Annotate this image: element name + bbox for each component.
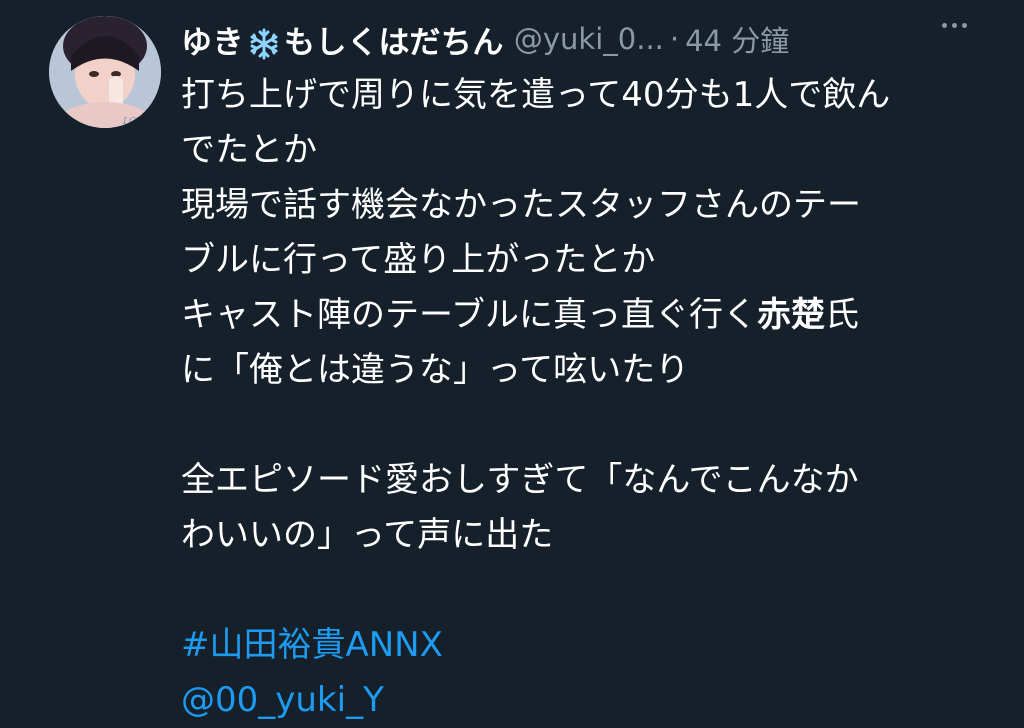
display-name-part1: ゆき [181, 24, 244, 61]
user-handle[interactable]: @yuki_0... [514, 22, 664, 56]
avatar-image: LOVE [49, 16, 161, 128]
more-dot [951, 22, 957, 28]
hashtag-link[interactable]: #山田裕貴ANNX [181, 618, 981, 673]
display-name[interactable]: ゆき もしくはだちん [181, 17, 504, 62]
avatar[interactable]: LOVE [49, 16, 161, 128]
tweet-timestamp[interactable]: 44 分鐘 [685, 18, 789, 60]
text-segment: キャスト陣のテーブルに真っ直ぐ行く [181, 295, 757, 335]
tweet-text-line: わいいの」って声に出た [181, 515, 554, 555]
tweet-text-line: 現場で話す機会なかったスタッフさんのテー [181, 185, 861, 225]
text-segment: 氏 [824, 295, 859, 335]
tweet-text-line: 全エピソード愛おしすぎて「なんでこんなか [181, 460, 859, 500]
more-dot [961, 22, 967, 28]
separator-dot: · [669, 22, 680, 56]
tweet-body: 打ち上げで周りに気を遣って40分も1人で飲ん でたとか 現場で話す機会なかったス… [181, 68, 981, 728]
tweet-text-line: でたとか [181, 130, 317, 170]
tweet-text-line: キャスト陣のテーブルに真っ直ぐ行く赤楚氏 [181, 288, 981, 343]
tweet-text-line: に「俺とは違うな」って呟いたり [181, 350, 690, 390]
display-name-part2: もしくはだちん [284, 24, 504, 61]
tweet-text-line: 打ち上げで周りに気を遣って40分も1人で飲ん [181, 75, 891, 115]
bold-text: 赤楚 [756, 295, 825, 335]
svg-text:LOVE: LOVE [122, 117, 150, 127]
tweet-header: ゆき もしくはだちん @yuki_0... · 44 分鐘 [181, 14, 1001, 64]
snowflake-icon [250, 28, 278, 60]
more-icon[interactable] [934, 10, 974, 40]
more-dot [941, 22, 947, 28]
tweet-text-line: ブルに行って盛り上がったとか [181, 240, 656, 280]
mention-link[interactable]: @00_yuki_Y [181, 673, 981, 728]
